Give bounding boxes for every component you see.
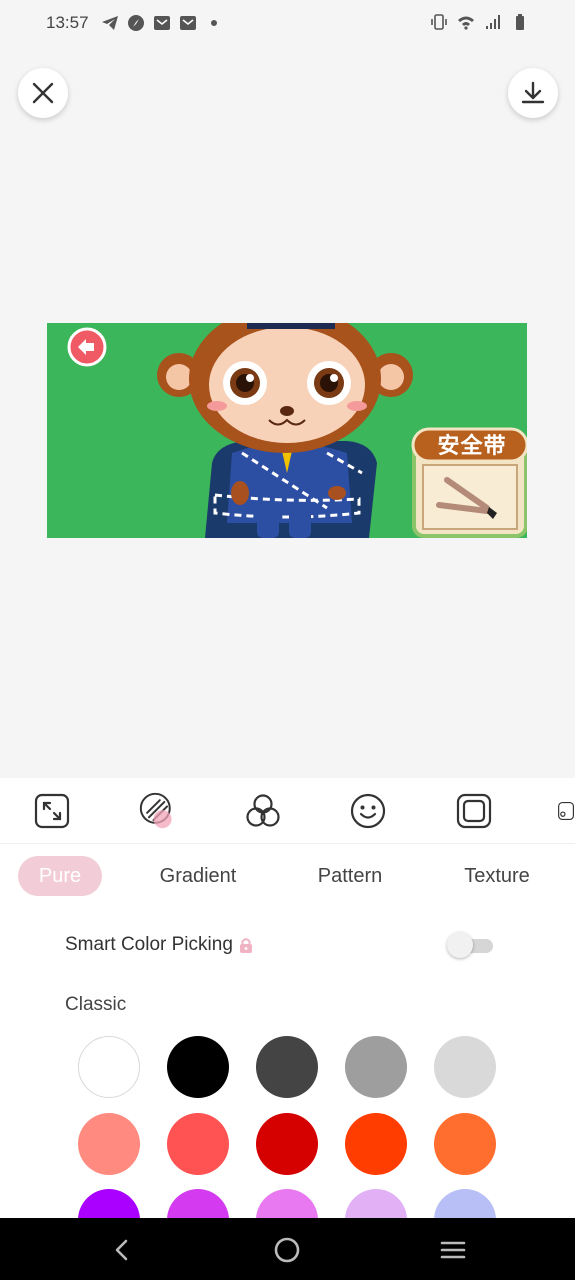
background-tool[interactable] [139,792,177,830]
sticker-icon [350,793,386,829]
color-swatch[interactable] [256,1113,318,1175]
classic-section-label: Classic [65,994,127,1015]
nav-home-button[interactable] [271,1234,303,1266]
color-swatch[interactable] [434,1036,496,1098]
color-swatch[interactable] [78,1113,140,1175]
resize-tool[interactable] [33,792,71,830]
adjust-icon [246,794,280,827]
system-nav-bar [0,1218,575,1280]
tab-gradient[interactable]: Gradient [148,856,248,896]
background-tabs: Pure Gradient Pattern Texture [0,856,575,898]
notification-icons [101,14,223,32]
recents-icon [440,1241,466,1259]
edit-canvas[interactable]: 安全带 [47,323,527,538]
close-button[interactable] [18,68,68,118]
tab-texture[interactable]: Texture [452,856,542,896]
vibrate-icon [431,14,447,30]
color-swatch[interactable] [345,1036,407,1098]
back-arrow-icon [67,327,107,367]
resize-icon [34,793,70,829]
download-button[interactable] [508,68,558,118]
sign-text: 安全带 [437,434,507,459]
mail-icon [179,16,196,30]
color-swatch[interactable] [345,1113,407,1175]
smart-color-label: Smart Color Picking [65,934,233,955]
back-icon [115,1239,128,1261]
battery-icon [516,14,524,30]
tab-pattern[interactable]: Pattern [305,856,395,896]
download-icon [521,81,545,104]
signal-icon [486,15,500,29]
telegram-icon [101,16,118,30]
dot-icon [210,20,217,26]
background-icon [139,792,172,829]
smart-color-row: Smart Color Picking [65,930,495,960]
color-swatch[interactable] [256,1036,318,1098]
nav-recents-button[interactable] [437,1234,469,1266]
lock-icon [239,938,252,953]
system-icons [430,13,529,31]
wifi-icon [458,16,474,30]
color-swatch[interactable] [78,1036,140,1098]
background-panel: Pure Gradient Pattern Texture Smart Colo… [0,778,575,1251]
smart-color-toggle[interactable] [447,932,495,958]
toggle-knob [447,932,473,958]
status-time: 13:57 [46,13,89,32]
tab-pure[interactable]: Pure [18,856,102,896]
compass-icon [127,15,144,31]
color-swatch[interactable] [167,1036,229,1098]
adjust-tool[interactable] [244,792,282,830]
nav-back-button[interactable] [106,1234,138,1266]
close-icon [32,82,54,104]
color-swatch[interactable] [167,1113,229,1175]
color-swatch[interactable] [434,1113,496,1175]
status-bar: 13:57 [0,0,575,46]
tool-bar [0,778,575,844]
sticker-tool[interactable] [349,792,387,830]
more-icon [558,801,574,821]
more-tool[interactable] [556,792,575,830]
frame-tool[interactable] [455,792,493,830]
frame-icon [456,793,492,829]
mail-icon [153,16,170,30]
home-icon [274,1237,300,1263]
